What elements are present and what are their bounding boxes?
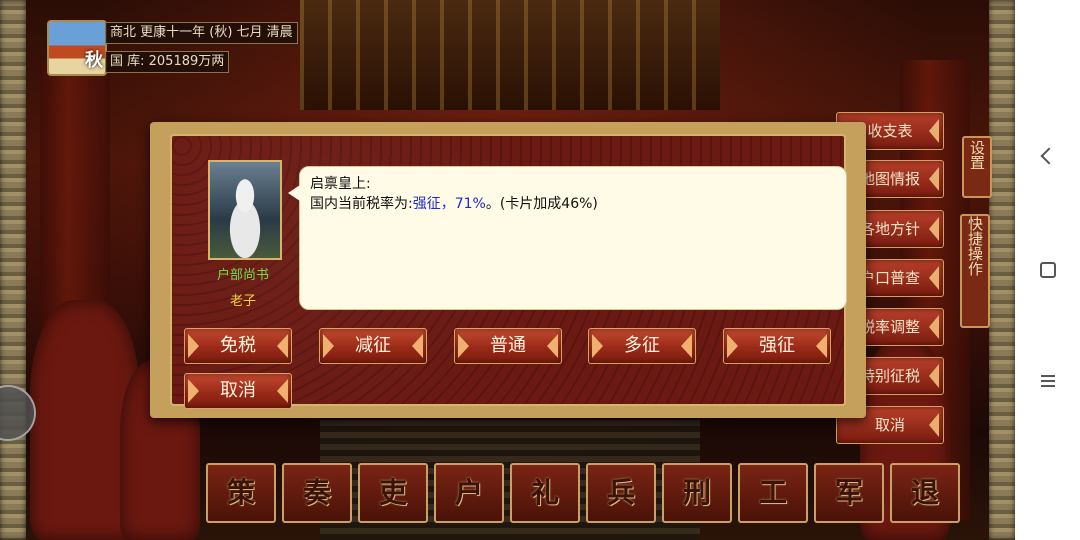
palace-ceiling (300, 0, 720, 110)
ministry-military-button[interactable]: 军 (814, 463, 884, 523)
settings-tab[interactable]: 设置 (962, 136, 992, 198)
ministry-exit-button[interactable]: 退 (890, 463, 960, 523)
minister-portrait (208, 160, 282, 260)
minister-name: 老子 (229, 294, 256, 309)
game-viewport: 秋 商北 更康十一年 (秋) 七月 清晨 国 库: 205189万两 收支表 地… (0, 0, 1015, 540)
ministry-justice-button[interactable]: 刑 (662, 463, 732, 523)
ministry-works-button[interactable]: 工 (738, 463, 808, 523)
chevron-right-icon (188, 334, 199, 358)
tax-rate-dialog: 户部尚书 老子 启禀皇上: 国内当前税率为:强征，71%。(卡片加成46%) 免… (150, 122, 866, 418)
tax-option-exempt-button[interactable]: 免税 (184, 328, 292, 364)
tax-option-normal-button[interactable]: 普通 (454, 328, 562, 364)
quick-actions-tab[interactable]: 快捷操作 (960, 214, 990, 328)
ministry-war-button[interactable]: 兵 (586, 463, 656, 523)
chevron-left-icon (547, 334, 558, 358)
chevron-left-icon (816, 334, 827, 358)
tax-option-reduce-button[interactable]: 减征 (319, 328, 427, 364)
ministry-rites-button[interactable]: 礼 (510, 463, 580, 523)
tax-option-more-button[interactable]: 多征 (588, 328, 696, 364)
chevron-left-icon (277, 334, 288, 358)
tax-option-heavy-button[interactable]: 强征 (723, 328, 831, 364)
ministry-strategy-button[interactable]: 策 (206, 463, 276, 523)
chevron-left-icon (277, 379, 288, 403)
speech-bubble: 启禀皇上: 国内当前税率为:强征，71%。(卡片加成46%) (288, 166, 847, 310)
minister-title: 户部尚书 (216, 268, 269, 283)
ministry-revenue-button[interactable]: 户 (434, 463, 504, 523)
ministry-memorial-button[interactable]: 奏 (282, 463, 352, 523)
current-tax-rate: 强征，71% (412, 196, 486, 212)
back-icon[interactable] (1040, 147, 1058, 165)
speech-tax-line: 国内当前税率为:强征，71%。(卡片加成46%) (310, 194, 836, 214)
dialog-panel: 户部尚书 老子 启禀皇上: 国内当前税率为:强征，71%。(卡片加成46%) (170, 134, 847, 406)
ministry-personnel-button[interactable]: 吏 (358, 463, 428, 523)
speech-greeting: 启禀皇上: (310, 176, 371, 192)
left-frame-border (0, 0, 26, 540)
treasury-display: 国 库: 205189万两 (105, 51, 230, 73)
chevron-right-icon (458, 334, 469, 358)
date-display: 商北 更康十一年 (秋) 七月 清晨 (105, 22, 298, 44)
menu-icon[interactable] (1041, 375, 1055, 387)
chevron-right-icon (592, 334, 603, 358)
tax-line-prefix: 国内当前税率为: (310, 196, 413, 212)
chevron-right-icon (188, 379, 199, 403)
right-frame-border (989, 0, 1015, 540)
system-nav-bar (1015, 0, 1080, 540)
dialog-cancel-button[interactable]: 取消 (184, 373, 292, 409)
season-icon[interactable]: 秋 (47, 20, 107, 76)
chevron-left-icon (681, 334, 692, 358)
chevron-left-icon (412, 334, 423, 358)
chevron-right-icon (727, 334, 738, 358)
season-label: 秋 (85, 50, 103, 71)
chevron-right-icon (323, 334, 334, 358)
home-icon[interactable] (1040, 262, 1056, 278)
tax-line-suffix: 。(卡片加成46%) (485, 196, 598, 212)
